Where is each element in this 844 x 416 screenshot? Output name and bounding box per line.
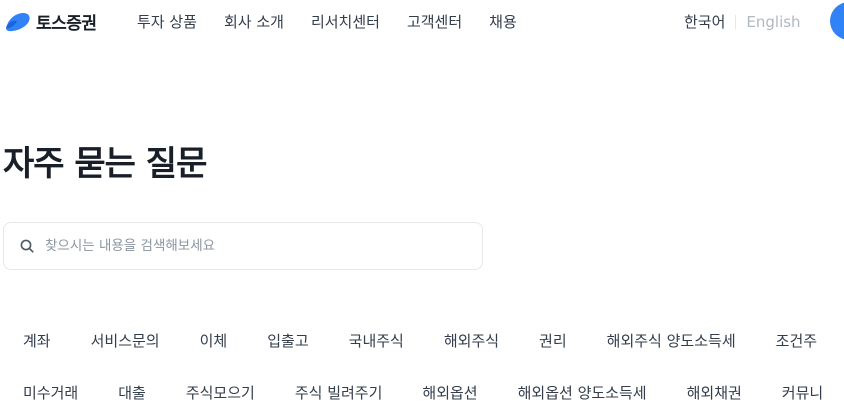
main-nav: 투자 상품 회사 소개 리서치센터 고객센터 채용 <box>137 11 544 32</box>
nav-item-careers[interactable]: 채용 <box>489 11 517 32</box>
nav-item-research[interactable]: 리서치센터 <box>311 11 380 32</box>
category-deposit-withdrawal[interactable]: 입출고 <box>247 330 328 351</box>
header: 토스증권 투자 상품 회사 소개 리서치센터 고객센터 채용 한국어 Engli… <box>0 0 844 42</box>
category-account[interactable]: 계좌 <box>0 330 71 351</box>
header-cta-button[interactable] <box>830 2 844 40</box>
category-stock-lending[interactable]: 주식 빌려주기 <box>275 382 403 403</box>
category-service-inquiry[interactable]: 서비스문의 <box>71 330 180 351</box>
category-overseas-options-tax[interactable]: 해외옵션 양도소득세 <box>498 382 667 403</box>
lang-korean[interactable]: 한국어 <box>684 11 725 32</box>
category-overseas-capital-gains-tax[interactable]: 해외주식 양도소득세 <box>587 330 756 351</box>
lang-divider <box>735 14 737 29</box>
page: 토스증권 투자 상품 회사 소개 리서치센터 고객센터 채용 한국어 Engli… <box>0 0 844 416</box>
category-stock-saving[interactable]: 주식모으기 <box>166 382 275 403</box>
category-community[interactable]: 커뮤니 <box>762 382 843 403</box>
category-loan[interactable]: 대출 <box>98 382 166 403</box>
category-margin-trading[interactable]: 미수거래 <box>0 382 98 403</box>
category-domestic-stocks[interactable]: 국내주식 <box>329 330 424 351</box>
category-rights[interactable]: 권리 <box>519 330 587 351</box>
nav-item-support[interactable]: 고객센터 <box>407 11 462 32</box>
category-conditional[interactable]: 조건주 <box>756 330 837 351</box>
category-overseas-stocks[interactable]: 해외주식 <box>424 330 519 351</box>
nav-item-about[interactable]: 회사 소개 <box>224 11 284 32</box>
category-overseas-bonds[interactable]: 해외채권 <box>667 382 762 403</box>
language-switcher: 한국어 English <box>684 11 801 32</box>
search-icon <box>20 238 36 254</box>
category-row-2: 미수거래 대출 주식모으기 주식 빌려주기 해외옵션 해외옵션 양도소득세 해외… <box>0 382 843 403</box>
logo-text: 토스증권 <box>36 14 97 34</box>
page-title: 자주 묻는 질문 <box>3 144 207 184</box>
nav-item-products[interactable]: 투자 상품 <box>137 11 197 32</box>
toss-logo-icon <box>6 12 30 31</box>
logo[interactable]: 토스증권 <box>4 9 97 34</box>
search-input[interactable] <box>45 238 445 254</box>
category-transfer[interactable]: 이체 <box>180 330 248 351</box>
search-box[interactable] <box>3 222 483 270</box>
category-row-1: 계좌 서비스문의 이체 입출고 국내주식 해외주식 권리 해외주식 양도소득세 … <box>0 330 837 351</box>
lang-english[interactable]: English <box>746 13 800 31</box>
category-overseas-options[interactable]: 해외옵션 <box>402 382 497 403</box>
